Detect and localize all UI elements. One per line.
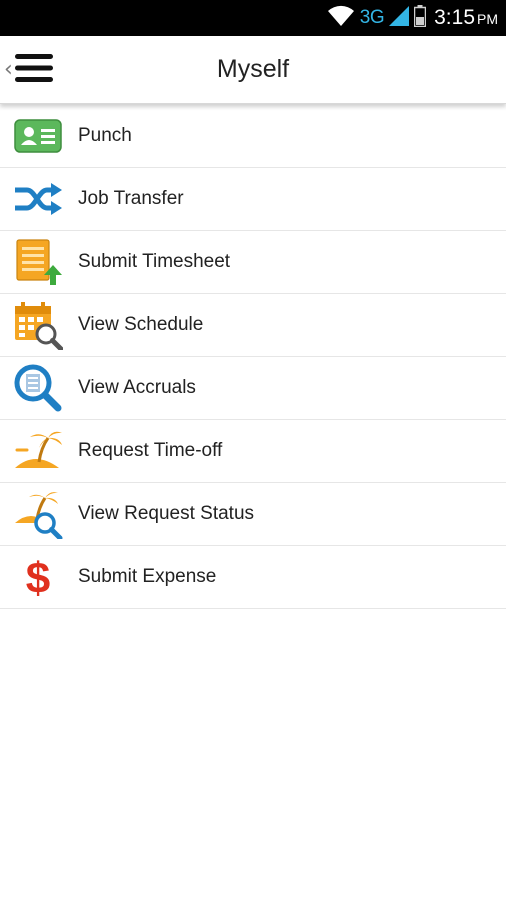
menu-item-label: View Accruals <box>78 377 196 398</box>
network-type-label: 3G <box>359 7 385 28</box>
menu-item-label: View Request Status <box>78 503 255 524</box>
menu-item-view-schedule[interactable]: View Schedule <box>0 294 506 357</box>
magnifier-document-icon <box>12 362 64 414</box>
clock: 3:15 PM <box>434 6 498 30</box>
app-bar: ‹ Myself <box>0 36 506 104</box>
punch-card-icon <box>12 110 64 162</box>
menu-item-label: Punch <box>78 125 132 146</box>
signal-icon <box>389 5 410 31</box>
menu-item-label: View Schedule <box>78 314 204 335</box>
menu-item-punch[interactable]: Punch <box>0 105 506 168</box>
menu-item-view-accruals[interactable]: View Accruals <box>0 357 506 420</box>
battery-icon <box>413 4 427 32</box>
clock-ampm: PM <box>477 11 498 27</box>
menu-item-submit-expense[interactable]: $ Submit Expense <box>0 546 506 609</box>
palm-island-icon <box>12 425 64 477</box>
calendar-search-icon <box>12 299 64 351</box>
menu-list: Punch Job Transfer Submit Timesheet View… <box>0 105 506 609</box>
wifi-icon <box>327 5 355 32</box>
menu-item-label: Submit Timesheet <box>78 251 231 272</box>
menu-item-label: Request Time-off <box>78 440 223 461</box>
page-title: Myself <box>216 55 290 83</box>
menu-item-request-time-off[interactable]: Request Time-off <box>0 420 506 483</box>
menu-item-submit-timesheet[interactable]: Submit Timesheet <box>0 231 506 294</box>
menu-item-label: Job Transfer <box>78 188 184 209</box>
status-icons: 3G 3:15 PM <box>322 0 498 36</box>
menu-item-view-request-status[interactable]: View Request Status <box>0 483 506 546</box>
clock-time: 3:15 <box>434 6 475 29</box>
timesheet-upload-icon <box>12 236 64 288</box>
svg-text:$: $ <box>26 554 50 601</box>
shuffle-icon <box>12 173 64 225</box>
menu-item-label: Submit Expense <box>78 566 217 587</box>
palm-island-search-icon <box>12 488 64 540</box>
status-bar: 3G 3:15 PM <box>0 0 506 36</box>
menu-item-job-transfer[interactable]: Job Transfer <box>0 168 506 231</box>
dollar-icon: $ <box>12 551 64 603</box>
